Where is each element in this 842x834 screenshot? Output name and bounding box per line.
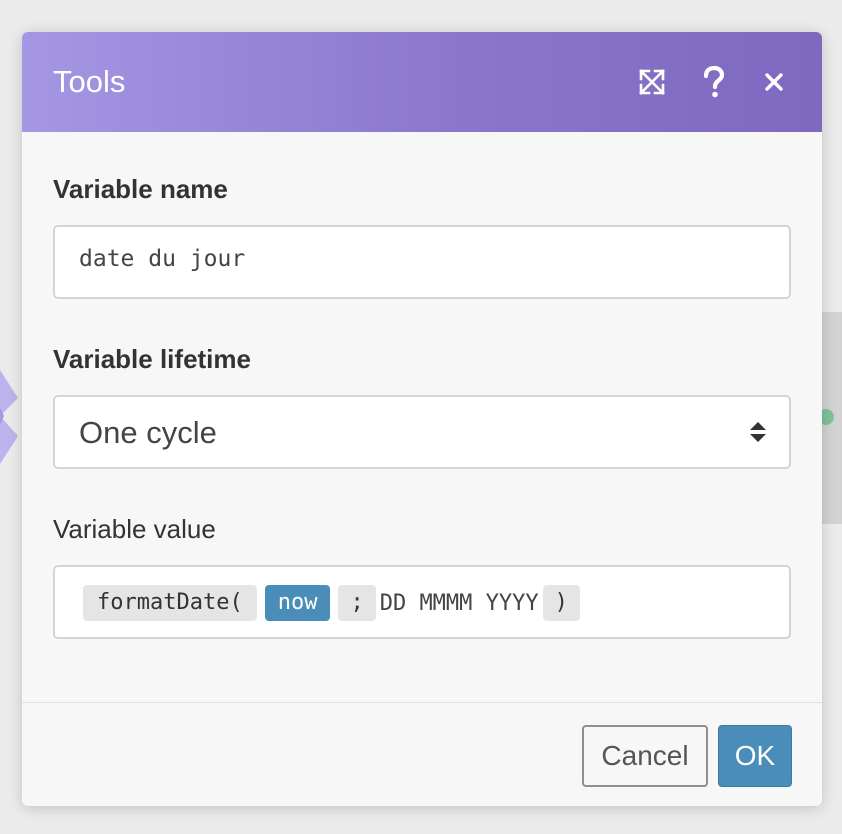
- variable-value-field[interactable]: formatDate( now ; DD MMMM YYYY ): [53, 565, 791, 639]
- cancel-button[interactable]: Cancel: [582, 725, 708, 787]
- expression-tokens: formatDate( now ; DD MMMM YYYY ): [83, 585, 580, 621]
- dialog-title: Tools: [53, 64, 126, 99]
- separator-token[interactable]: ;: [338, 585, 376, 621]
- select-arrows-icon: [750, 422, 766, 442]
- dialog-footer: Cancel OK: [22, 702, 822, 806]
- variable-lifetime-select[interactable]: One cycle: [53, 395, 791, 469]
- variable-name-input[interactable]: [79, 246, 759, 272]
- tools-dialog: Tools Variable name date du jour Variabl…: [22, 32, 822, 806]
- format-text: DD MMMM YYYY: [379, 590, 539, 616]
- ok-button[interactable]: OK: [718, 725, 792, 787]
- variable-name-field[interactable]: [53, 225, 791, 299]
- variable-value-label: Variable value: [53, 514, 216, 544]
- close-icon[interactable]: [758, 66, 790, 98]
- variable-name-label: Variable name: [53, 174, 228, 204]
- function-token[interactable]: formatDate(: [83, 585, 257, 621]
- dialog-header: Tools: [22, 32, 822, 132]
- variable-token[interactable]: now: [264, 585, 331, 621]
- variable-lifetime-selected: One cycle: [79, 415, 217, 450]
- expand-icon[interactable]: [636, 66, 668, 98]
- help-icon[interactable]: [698, 66, 730, 98]
- close-paren-token[interactable]: ): [542, 585, 580, 621]
- variable-lifetime-label: Variable lifetime: [53, 344, 251, 374]
